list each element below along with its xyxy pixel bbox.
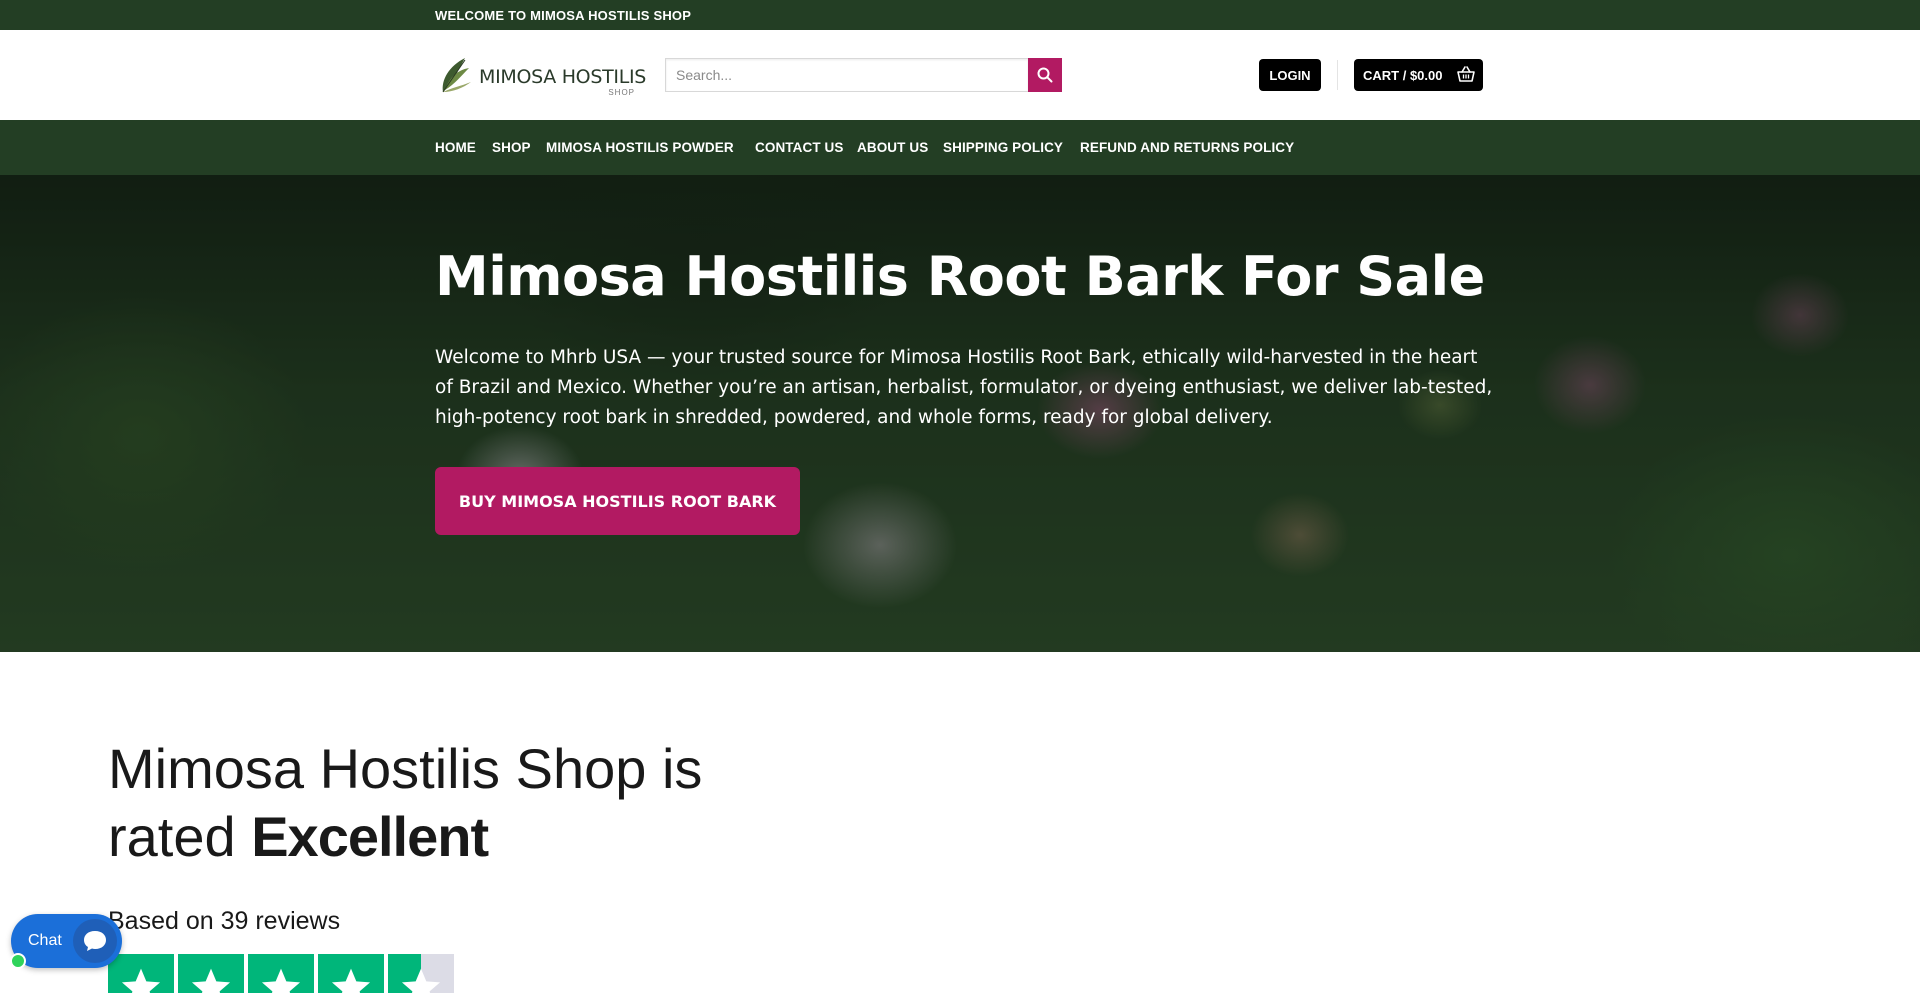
search-button[interactable]	[1028, 58, 1062, 92]
search-icon	[1037, 67, 1053, 83]
star-icon	[108, 954, 174, 993]
basket-icon	[1457, 66, 1475, 82]
chat-bubble-icon	[73, 919, 117, 963]
site-header: MIMOSA HOSTILIS SHOP LOGIN CART / $0.00	[0, 30, 1920, 120]
chat-widget-button[interactable]: Chat	[10, 914, 122, 969]
cart-label: CART / $0.00	[1363, 67, 1443, 83]
nav-item-home[interactable]: HOME	[435, 140, 476, 155]
hero-description: Welcome to Mhrb USA — your trusted sourc…	[435, 347, 1493, 428]
welcome-text: WELCOME TO MIMOSA HOSTILIS SHOP	[435, 8, 692, 23]
nav-item-mimosa-hostilis-powder[interactable]: MIMOSA HOSTILIS POWDER	[546, 140, 734, 155]
reviews-count: Based on 39 reviews	[108, 907, 341, 935]
leaf-logo-icon	[442, 58, 471, 93]
site-logo[interactable]: MIMOSA HOSTILIS SHOP	[435, 52, 646, 98]
top-announcement-bar: WELCOME TO MIMOSA HOSTILIS SHOP	[0, 0, 1920, 30]
star-rating	[108, 954, 454, 993]
star-icon	[248, 954, 314, 993]
star-icon	[318, 954, 384, 993]
hero-banner: Mimosa Hostilis Root Bark For Sale Welco…	[0, 175, 1920, 652]
main-navigation: HOME SHOP MIMOSA HOSTILIS POWDER CONTACT…	[0, 120, 1920, 175]
chat-label: Chat	[28, 932, 62, 949]
search-input[interactable]	[665, 58, 1028, 92]
logo-title: MIMOSA HOSTILIS	[479, 66, 647, 88]
rating-word: Excellent	[251, 805, 489, 868]
cart-button[interactable]: CART / $0.00	[1354, 59, 1483, 91]
nav-item-refund-and-returns-policy[interactable]: REFUND AND RETURNS POLICY	[1080, 140, 1294, 155]
rating-heading: Mimosa Hostilis Shop is rated Excellent	[108, 735, 808, 871]
nav-item-contact-us[interactable]: CONTACT US	[755, 140, 844, 155]
hero-title: Mimosa Hostilis Root Bark For Sale	[435, 245, 1485, 308]
login-button[interactable]: LOGIN	[1259, 59, 1321, 91]
nav-item-shipping-policy[interactable]: SHIPPING POLICY	[943, 140, 1063, 155]
online-status-dot	[10, 953, 26, 969]
nav-item-shop[interactable]: SHOP	[492, 140, 531, 155]
half-star-icon	[388, 954, 454, 993]
logo-subtitle: SHOP	[608, 88, 635, 97]
buy-root-bark-button[interactable]: BUY MIMOSA HOSTILIS ROOT BARK	[435, 467, 800, 535]
header-divider	[1337, 60, 1338, 90]
star-icon	[178, 954, 244, 993]
search-form	[665, 58, 1062, 92]
nav-item-about-us[interactable]: ABOUT US	[857, 140, 928, 155]
